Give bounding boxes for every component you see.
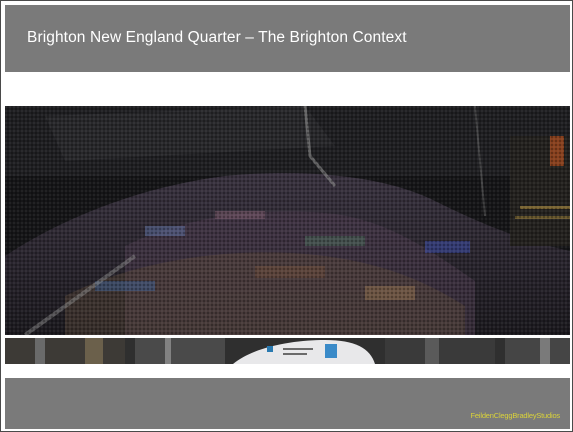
slide: Brighton New England Quarter – The Brigh… (0, 0, 573, 432)
slide-title: Brighton New England Quarter – The Brigh… (27, 29, 407, 46)
studio-logo: FeildenCleggBradleyStudios (470, 411, 561, 420)
street-photo-strip (5, 338, 570, 364)
site-photo (5, 106, 570, 335)
title-bar: Brighton New England Quarter – The Brigh… (5, 5, 570, 72)
street-photo-image (5, 338, 570, 364)
footer-bar: FeildenCleggBradleyStudios (5, 378, 570, 429)
site-photo-image (5, 106, 570, 335)
white-band-bottom (5, 364, 570, 378)
white-band-top (5, 72, 570, 106)
